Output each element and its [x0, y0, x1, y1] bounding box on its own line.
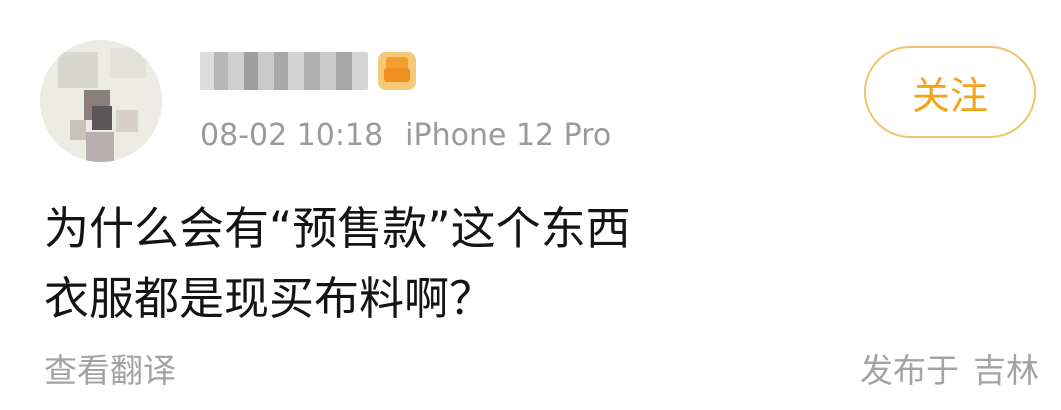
- post-device: iPhone 12 Pro: [405, 118, 612, 153]
- content-line: 为什么会有“预售款”这个东西: [44, 202, 631, 255]
- post-content: 为什么会有“预售款”这个东西 衣服都是现买布料啊？: [44, 194, 631, 334]
- post-meta: 08-02 10:18 iPhone 12 Pro: [200, 116, 611, 156]
- follow-button[interactable]: 关注: [864, 46, 1036, 138]
- post-time: 08-02 10:18: [200, 118, 384, 153]
- view-translation-link[interactable]: 查看翻译: [44, 350, 176, 392]
- location-prefix: 发布于: [860, 351, 959, 390]
- avatar[interactable]: [40, 40, 162, 162]
- content-line: 衣服都是现买布料啊？: [44, 272, 495, 325]
- location-place: 吉林: [973, 351, 1039, 390]
- post-card: 08-02 10:18 iPhone 12 Pro 关注 为什么会有“预售款”这个…: [0, 0, 1061, 410]
- author-row: [200, 52, 416, 90]
- post-location: 发布于 吉林: [860, 350, 1039, 392]
- vip-crown-icon: [378, 52, 416, 90]
- author-name-blurred[interactable]: [200, 52, 368, 90]
